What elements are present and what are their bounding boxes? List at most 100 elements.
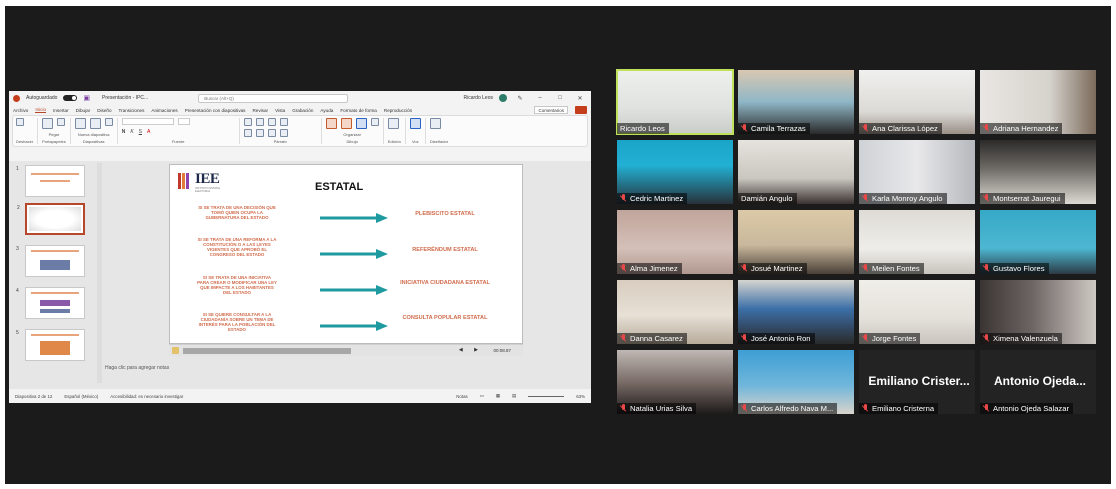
minimize-icon[interactable]: – (533, 95, 547, 101)
menu-item[interactable]: Dibujar (76, 108, 91, 113)
menu-item[interactable]: Inicio (35, 107, 47, 113)
muted-mic-icon (862, 264, 869, 273)
menu-item[interactable]: Transiciones (119, 108, 145, 113)
participant-tile[interactable]: Natalia Urias Silva (617, 350, 733, 414)
menu-item[interactable]: Reproducción (384, 108, 412, 113)
autosave-toggle[interactable] (63, 95, 78, 101)
slide-thumbnail[interactable]: 1 (16, 165, 85, 197)
media-playback-controls[interactable]: ◀ ▶ (459, 347, 483, 353)
new-slide-icon[interactable] (74, 118, 86, 129)
media-progress-track[interactable] (183, 348, 351, 354)
share-button[interactable] (575, 106, 587, 114)
participant-tile[interactable]: Damián Angulo (738, 140, 854, 204)
participant-name-label: Adriana Hernandez (980, 123, 1063, 134)
participant-tile[interactable]: Karla Monroy Angulo (859, 140, 975, 204)
italic-icon[interactable]: K (130, 129, 133, 135)
thumbnail-scrollbar[interactable] (97, 163, 102, 383)
participant-tile[interactable]: Danna Casarez (617, 280, 733, 344)
participant-tile[interactable]: Meilen Fontes (859, 210, 975, 274)
participant-tile[interactable]: Antonio Ojeda... Antonio Ojeda Salazar (980, 350, 1096, 414)
comments-button[interactable]: Comentarios (534, 106, 568, 114)
zoom-slider[interactable] (528, 395, 565, 397)
shape-fill-icon[interactable] (370, 118, 379, 126)
audio-icon[interactable] (172, 347, 179, 354)
logo-subtitle: INSTITUTO ESTATAL ELECTORAL (195, 187, 221, 193)
menu-item[interactable]: Animaciones (151, 108, 177, 113)
menu-item[interactable]: Diseño (97, 108, 111, 113)
participant-tile[interactable]: Ximena Valenzuela (980, 280, 1096, 344)
bold-icon[interactable]: N (122, 129, 126, 135)
participant-tile[interactable]: Adriana Hernandez (980, 70, 1096, 134)
paste-icon[interactable] (42, 118, 54, 129)
participant-name-label: Carlos Alfredo Nava M... (738, 403, 838, 414)
participant-tile[interactable]: Carlos Alfredo Nava M... (738, 350, 854, 414)
search-input[interactable]: Buscar (Alt+Q) (198, 93, 349, 103)
columns-icon[interactable] (279, 118, 288, 126)
notes-placeholder[interactable]: Haga clic para agregar notas (105, 365, 169, 371)
menu-item[interactable]: Grabación (292, 108, 313, 113)
justify-icon[interactable] (279, 128, 288, 137)
muted-mic-icon (862, 124, 869, 133)
slide-thumbnail[interactable]: 5 (16, 329, 85, 361)
participant-tile[interactable]: Jorge Fontes (859, 280, 975, 344)
language-indicator[interactable]: Español (México) (64, 394, 98, 399)
participant-tile[interactable]: Montserrat Jauregui (980, 140, 1096, 204)
notes-button[interactable]: Notas (456, 394, 467, 399)
font-name-box[interactable] (121, 118, 174, 125)
arrange-icon[interactable] (340, 118, 352, 129)
user-avatar[interactable] (499, 94, 507, 102)
accessibility-status[interactable]: Accesibilidad: es necesario investigar (110, 394, 183, 399)
participant-name: Ricardo Leos (620, 124, 665, 133)
participant-tile[interactable]: Gustavo Flores (980, 210, 1096, 274)
font-size-box[interactable] (177, 118, 190, 125)
dictate-icon[interactable] (409, 118, 421, 129)
menu-item[interactable]: Presentación con diapositivas (185, 108, 246, 113)
pen-icon[interactable]: ✎ (513, 95, 527, 102)
menu-item[interactable]: Archivo (13, 108, 28, 113)
save-icon[interactable]: ▣ (83, 94, 90, 102)
quick-styles-icon[interactable] (355, 118, 367, 129)
align-left-icon[interactable] (243, 128, 252, 137)
undo-icon[interactable] (16, 118, 24, 126)
designer-icon[interactable] (429, 118, 441, 129)
maximize-icon[interactable]: □ (553, 95, 567, 101)
menu-item[interactable]: Ayuda (320, 108, 333, 113)
layout-icon[interactable] (104, 118, 113, 126)
close-icon[interactable]: ✕ (573, 95, 587, 102)
slide-thumbnail[interactable]: 4 (16, 287, 85, 319)
sorter-view-icon[interactable]: ▦ (496, 393, 500, 399)
cut-icon[interactable] (57, 118, 66, 126)
shapes-icon[interactable] (325, 118, 337, 129)
participant-tile[interactable]: Ricardo Leos (616, 69, 734, 135)
menu-item[interactable]: Formato de forma (340, 108, 377, 113)
underline-icon[interactable]: S (139, 129, 142, 135)
muted-mic-icon (862, 404, 869, 413)
condition-text: SI SE TRATA DE UNA DECISIÓN QUE TOMÓ QUI… (198, 205, 276, 220)
muted-mic-icon (862, 194, 869, 203)
file-name[interactable]: Presentación - IPC... (102, 95, 148, 101)
normal-view-icon[interactable]: ▭ (480, 393, 484, 399)
menu-item[interactable]: Vista (275, 108, 285, 113)
slide-thumbnail-selected[interactable]: 2 (17, 203, 85, 235)
reading-view-icon[interactable]: ▤ (512, 393, 516, 399)
participant-tile[interactable]: José Antonio Ron (738, 280, 854, 344)
menu-item[interactable]: Insertar (53, 108, 69, 113)
reuse-slides-icon[interactable] (89, 118, 101, 129)
find-icon[interactable] (387, 118, 399, 129)
align-center-icon[interactable] (255, 128, 264, 137)
participant-tile[interactable]: Alma Jimenez (617, 210, 733, 274)
align-right-icon[interactable] (267, 128, 276, 137)
participant-tile[interactable]: Josué Martinez (738, 210, 854, 274)
bullets-icon[interactable] (243, 118, 252, 126)
participant-tile[interactable]: Ana Clarissa López (859, 70, 975, 134)
numbering-icon[interactable] (255, 118, 264, 126)
slide-thumbnail[interactable]: 3 (16, 245, 85, 277)
participant-tile[interactable]: Emiliano Crister... Emiliano Cristerna (859, 350, 975, 414)
font-color-icon[interactable]: A (147, 129, 150, 135)
participant-tile[interactable]: Camila Terrazas (738, 70, 854, 134)
menu-item[interactable]: Revisar (252, 108, 268, 113)
slide-canvas[interactable]: IEE INSTITUTO ESTATAL ELECTORAL ESTATAL … (169, 164, 523, 344)
participant-tile[interactable]: Cedric Martinez (617, 140, 733, 204)
indent-icon[interactable] (267, 118, 276, 126)
zoom-level[interactable]: 63% (576, 394, 585, 399)
